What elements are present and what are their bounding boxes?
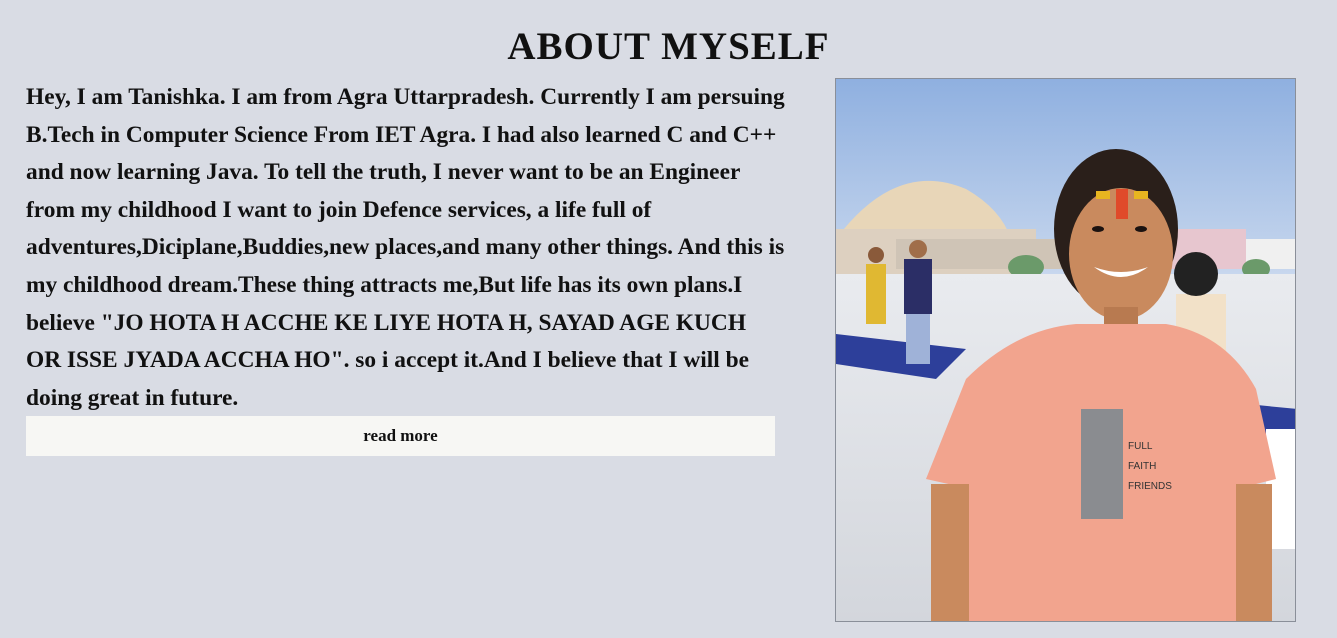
svg-text:FULL: FULL <box>1128 441 1153 452</box>
page-title: ABOUT MYSELF <box>507 25 830 68</box>
svg-text:FAITH: FAITH <box>1128 461 1156 472</box>
read-more-button[interactable]: read more <box>26 416 775 456</box>
profile-photo: FULL FAITH FRIENDS <box>835 78 1296 622</box>
about-paragraph: Hey, I am Tanishka. I am from Agra Uttar… <box>26 84 785 411</box>
svg-text:FRIENDS: FRIENDS <box>1128 481 1172 492</box>
